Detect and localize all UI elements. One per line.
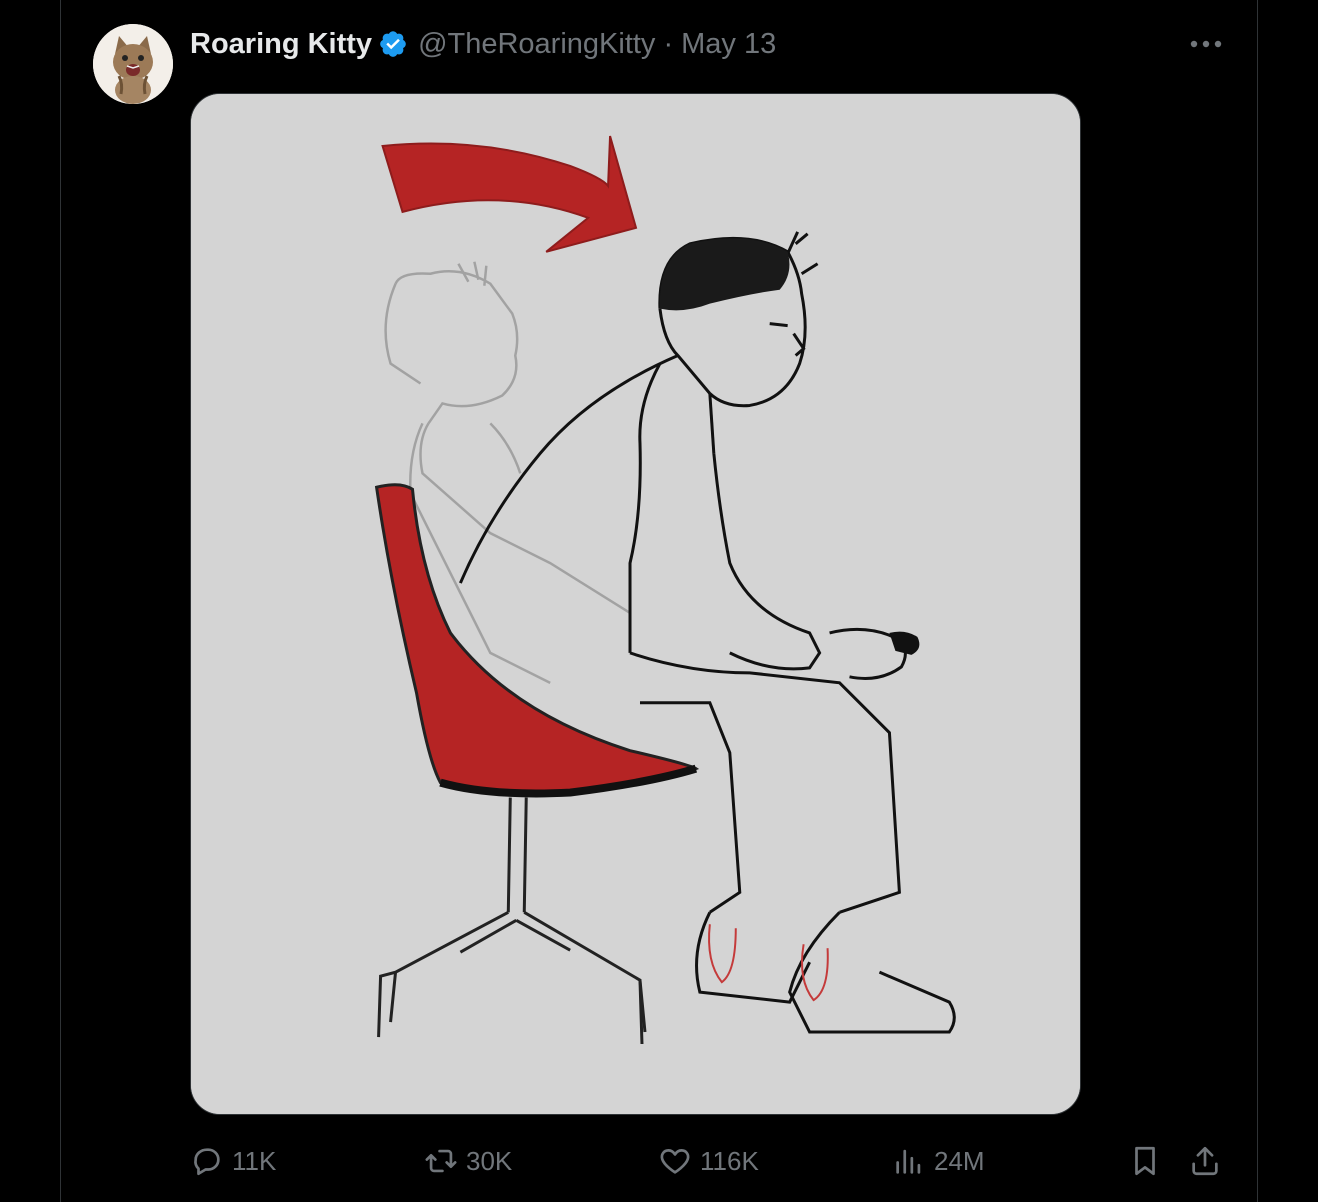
views-button[interactable]: 24M: [892, 1138, 985, 1184]
like-button[interactable]: 116K: [658, 1138, 759, 1184]
tweet-media-image[interactable]: [190, 93, 1081, 1115]
reply-icon: [194, 1148, 220, 1176]
views-count: 24M: [934, 1145, 985, 1176]
repost-button[interactable]: 30K: [424, 1138, 512, 1184]
more-options-button[interactable]: [1186, 30, 1226, 58]
tweet-action-bar: 11K 30K 116K 24M: [0, 1138, 1318, 1184]
author-avatar[interactable]: [93, 24, 173, 104]
sketch-illustration: [191, 94, 1080, 1114]
bookmark-button[interactable]: [1128, 1138, 1162, 1184]
views-chart-icon: [896, 1149, 921, 1174]
repost-count: 30K: [466, 1145, 513, 1176]
verified-badge-icon: [380, 31, 406, 57]
bookmark-icon: [1135, 1146, 1155, 1176]
cat-avatar-icon: [93, 24, 173, 104]
share-icon: [1192, 1146, 1218, 1176]
reply-count: 11K: [232, 1145, 277, 1176]
tweet-header: Roaring Kitty @TheRoaringKitty · May 13: [190, 26, 776, 62]
repost-icon: [425, 1149, 457, 1173]
like-count: 116K: [700, 1145, 759, 1176]
author-handle[interactable]: @TheRoaringKitty: [418, 26, 655, 62]
heart-icon: [660, 1149, 690, 1174]
share-button[interactable]: [1188, 1138, 1222, 1184]
more-horizontal-icon: [1190, 40, 1222, 48]
reply-button[interactable]: 11K: [190, 1138, 276, 1184]
tweet-date[interactable]: May 13: [681, 26, 776, 62]
author-name[interactable]: Roaring Kitty: [190, 26, 372, 62]
header-separator: ·: [663, 28, 674, 60]
